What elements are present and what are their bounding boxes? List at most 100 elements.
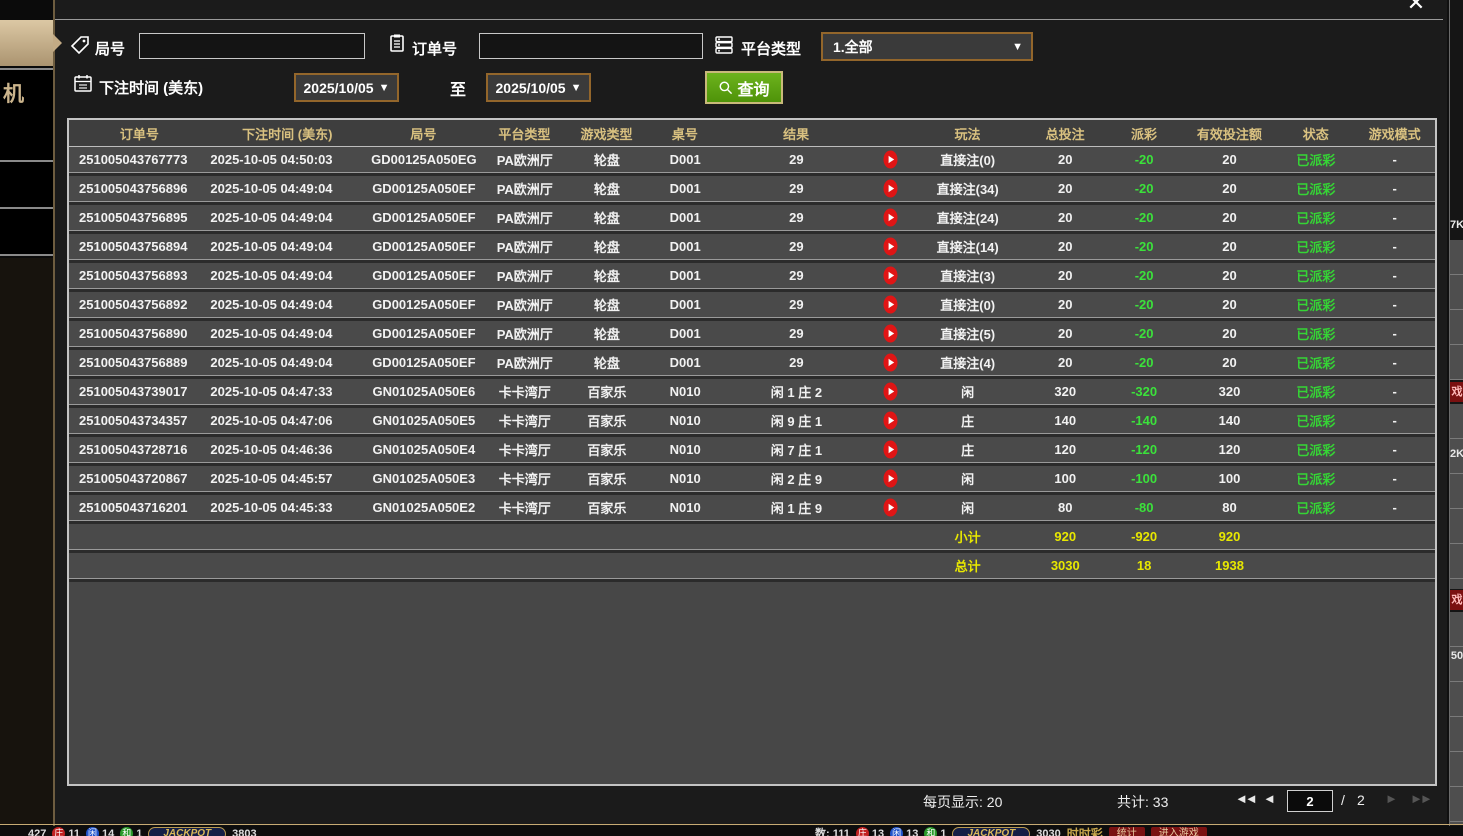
- cell: 直接注(24): [911, 208, 1024, 227]
- cell: 20: [1024, 152, 1107, 167]
- order-number-label: 订单号: [412, 38, 457, 59]
- column-header: 玩法: [911, 124, 1024, 143]
- order-number-icon: [387, 33, 407, 53]
- cell: 29: [724, 355, 869, 370]
- cell: 251005043728716: [69, 442, 210, 457]
- cell: 251005043739017: [69, 384, 210, 399]
- cell: 20: [1024, 268, 1107, 283]
- page-input[interactable]: [1287, 790, 1333, 812]
- first-page-icon[interactable]: ◄◄: [1235, 791, 1255, 806]
- platform-type-select[interactable]: 1.全部 ▼: [821, 32, 1033, 61]
- platform-type-label: 平台类型: [741, 38, 801, 59]
- cell: 百家乐: [567, 440, 647, 459]
- cell: 20: [1182, 210, 1278, 225]
- cell: -: [1354, 500, 1435, 515]
- cell: -: [1354, 297, 1435, 312]
- date-from-picker[interactable]: 2025/10/05 ▼: [294, 73, 399, 102]
- background-fragment: 11: [68, 827, 80, 836]
- table-row-data: 2510050437568902025-10-05 04:49:04GD0012…: [69, 321, 1435, 347]
- cell: 闲: [911, 498, 1024, 517]
- cell: 已派彩: [1277, 498, 1354, 517]
- background-fragment: 1: [136, 827, 142, 836]
- cell: 直接注(5): [911, 324, 1024, 343]
- cell: 轮盘: [567, 353, 647, 372]
- cell: 80: [1024, 500, 1107, 515]
- table-header-row: 订单号下注时间 (美东)局号平台类型游戏类型桌号结果玩法总投注派彩有效投注额状态…: [69, 120, 1435, 147]
- play-icon[interactable]: [869, 324, 911, 343]
- play-icon[interactable]: [869, 266, 911, 285]
- cell: 2025-10-05 04:49:04: [210, 210, 365, 225]
- play-icon[interactable]: [869, 179, 911, 198]
- play-icon[interactable]: [869, 498, 911, 517]
- table-row-data: 2510050437287162025-10-05 04:46:36GN0102…: [69, 437, 1435, 463]
- play-icon[interactable]: [869, 295, 911, 314]
- cell: 120: [1182, 442, 1278, 457]
- round-number-input[interactable]: [139, 33, 365, 59]
- sidebar-active-item[interactable]: [0, 20, 53, 66]
- date-to-picker[interactable]: 2025/10/05 ▼: [486, 73, 591, 102]
- play-icon[interactable]: [869, 382, 911, 401]
- sidebar-lower-area: [0, 258, 53, 824]
- order-number-input[interactable]: [479, 33, 703, 59]
- screen: 机 ✕ 局号 订单号 平台类型: [0, 0, 1463, 836]
- background-fragment: 3803: [232, 827, 256, 836]
- cell: 18: [1107, 558, 1182, 573]
- cell: 80: [1182, 500, 1278, 515]
- background-bottom-border: [0, 824, 1463, 825]
- cell: 直接注(3): [911, 266, 1024, 285]
- background-fragment: 进入游戏: [1151, 827, 1207, 836]
- cell: 140: [1182, 413, 1278, 428]
- cell: -320: [1107, 384, 1182, 399]
- chevron-down-icon: ▼: [1012, 41, 1031, 53]
- close-icon[interactable]: ✕: [1403, 0, 1429, 16]
- prev-page-icon[interactable]: ◄: [1263, 791, 1273, 806]
- cell: 251005043734357: [69, 413, 210, 428]
- background-fragment: 庄: [52, 827, 65, 836]
- cell: -120: [1107, 442, 1182, 457]
- play-icon[interactable]: [869, 150, 911, 169]
- sidebar-item[interactable]: [0, 115, 53, 162]
- cell: 卡卡湾厅: [483, 469, 567, 488]
- table-row-data: 2510050437343572025-10-05 04:47:06GN0102…: [69, 408, 1435, 434]
- cell: 20: [1182, 239, 1278, 254]
- total-count-label: 共计: 33: [1117, 792, 1168, 812]
- cell: 100: [1024, 471, 1107, 486]
- last-page-icon[interactable]: ►►: [1410, 791, 1430, 806]
- query-button-label: 查询: [737, 76, 769, 100]
- cell: 庄: [911, 440, 1024, 459]
- cell: 251005043756889: [69, 355, 210, 370]
- cell: 已派彩: [1277, 150, 1354, 169]
- cell: D001: [647, 297, 724, 312]
- play-icon[interactable]: [869, 411, 911, 430]
- play-icon[interactable]: [869, 208, 911, 227]
- background-fragment: 7K: [1450, 219, 1463, 231]
- sidebar-item[interactable]: [0, 209, 53, 256]
- play-icon[interactable]: [869, 469, 911, 488]
- play-icon[interactable]: [869, 353, 911, 372]
- background-fragment: 和: [120, 827, 133, 836]
- background-bottom-strip: 427庄11闲14和1JACKPOT3803 数: 111庄13闲13和1JAC…: [0, 826, 1463, 836]
- cell: -20: [1107, 297, 1182, 312]
- column-header: 游戏类型: [567, 124, 647, 143]
- query-button[interactable]: 查询: [705, 71, 783, 104]
- play-icon[interactable]: [869, 440, 911, 459]
- play-icon[interactable]: [869, 237, 911, 256]
- cell: -20: [1107, 268, 1182, 283]
- table-row-subtotal: 小计920-920920: [69, 524, 1435, 550]
- next-page-icon[interactable]: ►: [1385, 791, 1395, 806]
- sidebar-item[interactable]: [0, 162, 53, 209]
- cell: -140: [1107, 413, 1182, 428]
- bet-records-dialog: ✕ 局号 订单号 平台类型 1.全部 ▼: [55, 0, 1447, 824]
- background-rows: [1450, 612, 1463, 824]
- cell: D001: [647, 210, 724, 225]
- cell: GN01025A050E2: [365, 500, 482, 515]
- cell: 轮盘: [567, 295, 647, 314]
- background-fragment: JACKPOT: [148, 827, 226, 836]
- cell: 251005043756892: [69, 297, 210, 312]
- cell: -: [1354, 268, 1435, 283]
- cell: GN01025A050E3: [365, 471, 482, 486]
- column-header: 下注时间 (美东): [210, 124, 365, 143]
- cell: -20: [1107, 355, 1182, 370]
- cell: 20: [1182, 268, 1278, 283]
- sidebar-item-partial[interactable]: 机: [0, 68, 53, 117]
